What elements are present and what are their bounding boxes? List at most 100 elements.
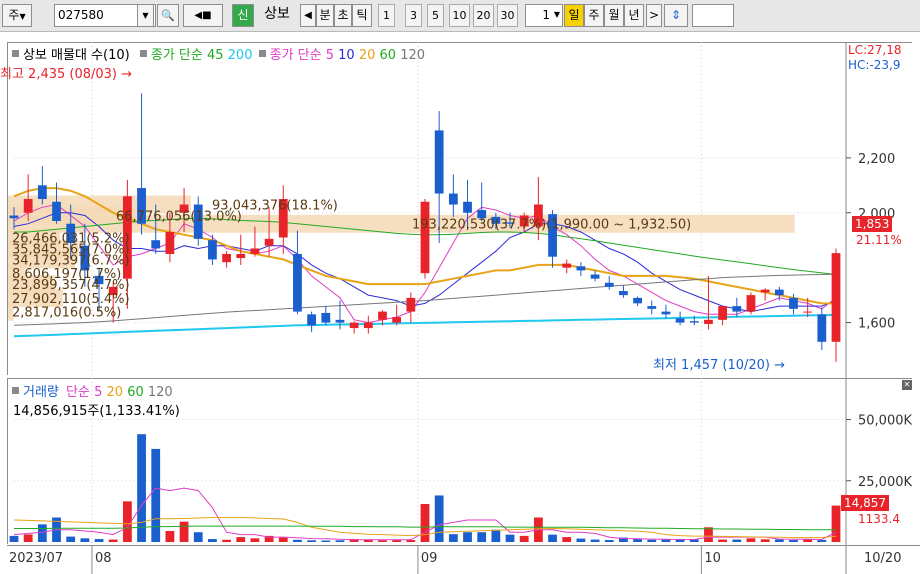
volume-bar (590, 539, 600, 542)
legend-vol-avg-5: 단순 5 (66, 385, 103, 400)
candle-body (562, 263, 572, 268)
candle-body (704, 319, 713, 324)
candle-body (661, 311, 671, 315)
candle-body (420, 201, 430, 274)
candle-body (392, 317, 402, 323)
candle-body (293, 253, 302, 312)
volume-bar (661, 539, 671, 542)
candle-body (689, 321, 699, 323)
profile-label: 2,817,016(0.5%) (12, 306, 121, 321)
volume-bar (208, 539, 217, 542)
candle-body (151, 240, 161, 249)
legend-avg-short: 종가 단순 5 (269, 48, 335, 63)
candle-body (718, 306, 728, 320)
volume-bar (675, 539, 685, 542)
legend-volume: 거래량 (23, 385, 59, 400)
candle-body (349, 322, 359, 329)
candle-body (789, 297, 798, 309)
volume-bar (434, 495, 444, 542)
volume-bar (37, 524, 47, 542)
volume-bar (519, 535, 529, 542)
candle-body (463, 201, 472, 213)
volume-bar (548, 534, 557, 542)
volume-legend: 거래량 단순 5 20 60 120 (12, 381, 173, 400)
x-tick-label: 10 (704, 551, 721, 566)
volume-bar (491, 529, 501, 542)
legend-vol-avg-120: 120 (147, 385, 173, 400)
candle-body (9, 215, 19, 219)
volume-bar (378, 540, 387, 542)
volume-bar (463, 532, 472, 542)
volume-bar (23, 534, 33, 542)
volume-bar (94, 539, 104, 542)
volume-bar (406, 540, 416, 542)
y-tick-label: 1,600 (858, 317, 895, 332)
high-annotation: 최고 2,435 (08/03) → (0, 63, 132, 82)
right-arrow-icon: → (774, 358, 786, 373)
candle-body (378, 311, 387, 320)
volume-bar (477, 532, 487, 542)
candle-body (264, 238, 274, 246)
volume-bar (448, 534, 458, 542)
last-volume-badge: 14,857 (841, 495, 889, 511)
legend-avg-10: 10 (338, 48, 355, 63)
candle-body (222, 253, 231, 263)
legend-marker (258, 50, 266, 57)
candle-body (165, 231, 175, 254)
volume-bar (774, 539, 784, 542)
volume-bar (576, 538, 586, 542)
candle-body (335, 319, 345, 323)
candle-body (746, 295, 756, 312)
candle-body (590, 274, 600, 279)
volume-bar (66, 536, 76, 542)
x-tick-label: 10/20 (864, 551, 901, 566)
low-annotation: 최저 1,457 (10/20) → (653, 354, 785, 373)
legend-avg-long-200: 200 (227, 48, 253, 63)
volume-bar (165, 530, 175, 542)
volume-bar (151, 448, 161, 542)
candle-body (321, 312, 331, 323)
vol-tick-label: 50,000K (858, 414, 912, 429)
volume-bar (789, 540, 798, 542)
candle-body (803, 311, 813, 313)
volume-bar (307, 540, 317, 542)
profile-label: 66,776,056(13.0%) (116, 210, 242, 225)
volume-bar (604, 540, 614, 542)
candle-body (774, 289, 784, 296)
volume-bar (718, 539, 728, 542)
legend-avg-120: 120 (400, 48, 426, 63)
candle-body (817, 314, 827, 342)
legend-avg-long: 종가 단순 45 (150, 48, 224, 63)
hc-label: HC:-23,9 (848, 58, 901, 72)
volume-bar (817, 540, 827, 542)
candle-body (37, 185, 47, 200)
x-tick-label: 08 (95, 551, 112, 566)
volume-bar (179, 521, 189, 542)
low-annotation-text: 최저 1,457 (10/20) (653, 358, 771, 373)
close-icon[interactable]: ✕ (902, 380, 912, 390)
volume-bar (704, 527, 713, 542)
y-tick-label: 2,200 (858, 152, 895, 167)
ma-line-200 (13, 313, 837, 338)
candle-body (675, 318, 685, 323)
candle-body (448, 193, 458, 205)
volume-bar (80, 538, 90, 542)
candle-body (208, 240, 217, 260)
legend-vol-avg-20: 20 (106, 385, 124, 400)
volume-bar (647, 539, 657, 542)
volume-bar (732, 539, 742, 542)
legend-marker (12, 50, 19, 57)
candle-body (647, 306, 657, 309)
vol-tick-label: 25,000K (858, 475, 912, 490)
volume-bar (108, 539, 118, 542)
candle-body (52, 201, 61, 221)
legend-avg-20: 20 (358, 48, 376, 63)
chart-canvas: 2,2002,0001,60050,000K25,000K2023/07 08 09… (8, 42, 912, 574)
x-tick-label: 2023/07 (9, 551, 63, 566)
candle-body (406, 297, 416, 312)
legend-marker (139, 50, 147, 57)
x-tick-label: 09 (421, 551, 438, 566)
price-legend: 상보 매물대 수(10) 종가 단순 45 200 종가 단순 5 10 20 … (12, 44, 425, 63)
volume-bar (9, 535, 19, 542)
volume-bar (293, 539, 302, 542)
